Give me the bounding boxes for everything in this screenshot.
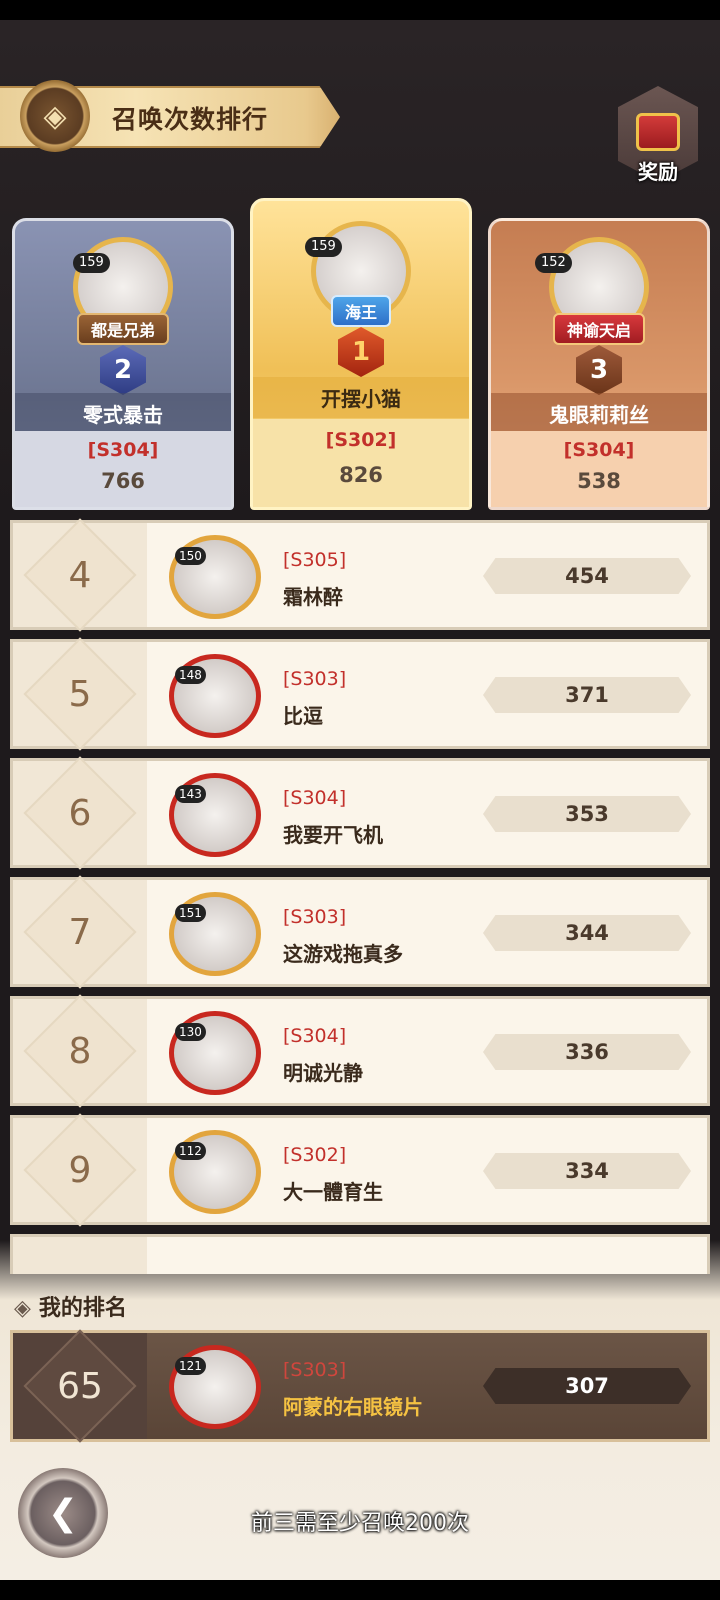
rank-cell <box>13 1237 147 1274</box>
level-badge: 150 <box>175 547 206 565</box>
server-tag: [S303] <box>283 1359 347 1381</box>
table-row[interactable] <box>10 1234 710 1274</box>
summon-count: 344 <box>483 915 691 951</box>
my-rank-label: 我的排名 <box>38 1296 127 1321</box>
player-name: 大一體育生 <box>283 1180 383 1204</box>
podium-rank-1[interactable]: 159 海王 1 开摆小猫 [S302] 826 <box>250 198 472 510</box>
rank-cell: 65 <box>13 1329 147 1443</box>
player-name: 比逗 <box>283 704 323 728</box>
server-tag: [S304] <box>87 439 159 461</box>
player-name: 零式暴击 <box>15 393 231 434</box>
level-badge: 143 <box>175 785 206 803</box>
table-row[interactable]: 9 112 [S302] 大一體育生 334 <box>10 1113 710 1227</box>
level-badge: 159 <box>305 237 342 257</box>
podium-info: [S304] 766 <box>15 431 231 507</box>
rank-1-badge: 1 <box>338 327 384 377</box>
level-badge: 130 <box>175 1023 206 1041</box>
rank-2-badge: 2 <box>100 345 146 395</box>
level-badge: 159 <box>73 253 110 273</box>
rank-number: 7 <box>68 911 92 953</box>
server-tag: [S305] <box>283 549 347 571</box>
summon-count: 353 <box>483 796 691 832</box>
player-name: 霜林醉 <box>283 585 343 609</box>
rank-number: 8 <box>68 1030 92 1072</box>
rank-number: 6 <box>68 792 92 834</box>
level-badge: 121 <box>175 1357 206 1375</box>
page-title: 召唤次数排行 <box>112 105 269 134</box>
podium-rank-3[interactable]: 152 神谕天启 3 鬼眼莉莉丝 [S304] 538 <box>488 218 710 510</box>
server-tag: [S304] <box>563 439 635 461</box>
rank-cell: 9 <box>13 1113 147 1227</box>
table-row[interactable]: 6 143 [S304] 我要开飞机 353 <box>10 756 710 870</box>
my-rank-row[interactable]: 65 121 [S303] 阿蒙的右眼镜片 307 <box>10 1329 710 1443</box>
server-tag: [S302] <box>283 1144 347 1166</box>
server-tag: [S303] <box>283 668 347 690</box>
rank-cell: 6 <box>13 756 147 870</box>
table-row[interactable]: 4 150 [S305] 霜林醉 454 <box>10 518 710 632</box>
rank-cell: 8 <box>13 994 147 1108</box>
summon-count: 336 <box>483 1034 691 1070</box>
summon-count: 766 <box>101 469 145 493</box>
player-name: 我要开飞机 <box>283 823 383 847</box>
player-title-badge: 海王 <box>330 295 392 327</box>
player-name: 阿蒙的右眼镜片 <box>283 1395 423 1419</box>
rank-number: 4 <box>68 554 92 596</box>
table-row[interactable]: 7 151 [S303] 这游戏拖真多 344 <box>10 875 710 989</box>
summon-count: 371 <box>483 677 691 713</box>
podium-info: [S302] 826 <box>253 419 469 507</box>
server-tag: [S304] <box>283 1025 347 1047</box>
table-row[interactable]: 5 148 [S303] 比逗 371 <box>10 637 710 751</box>
level-badge: 152 <box>535 253 572 273</box>
summon-count: 454 <box>483 558 691 594</box>
level-badge: 151 <box>175 904 206 922</box>
rank-cell: 7 <box>13 875 147 989</box>
reward-label[interactable]: 奖励 <box>618 156 698 185</box>
level-badge: 148 <box>175 666 206 684</box>
player-name: 开摆小猫 <box>253 377 469 418</box>
shield-emblem-icon: ◈ <box>20 80 90 152</box>
podium-info: [S304] 538 <box>491 431 707 507</box>
podium-rank-2[interactable]: 159 都是兄弟 2 零式暴击 [S304] 766 <box>12 218 234 510</box>
player-title-badge: 神谕天启 <box>552 313 646 345</box>
bottom-bar <box>0 1580 720 1600</box>
summon-count: 334 <box>483 1153 691 1189</box>
footer-note: 前三需至少召唤200次 <box>251 1511 469 1536</box>
rank-cell: 4 <box>13 518 147 632</box>
player-name: 鬼眼莉莉丝 <box>491 393 707 434</box>
summon-count: 538 <box>577 469 621 493</box>
rank-cell: 5 <box>13 637 147 751</box>
summon-count: 826 <box>339 463 383 487</box>
player-name: 这游戏拖真多 <box>283 942 403 966</box>
diamond-bullet-icon: ◈ <box>14 1296 31 1321</box>
rank-3-badge: 3 <box>576 345 622 395</box>
rank-number: 5 <box>68 673 92 715</box>
treasure-chest-icon <box>636 113 680 151</box>
rank-number: 65 <box>57 1365 103 1407</box>
server-tag: [S302] <box>325 429 397 451</box>
player-name: 明诚光静 <box>283 1061 363 1085</box>
my-rank-heading: ◈ 我的排名 <box>14 1290 127 1322</box>
server-tag: [S303] <box>283 906 347 928</box>
table-row[interactable]: 8 130 [S304] 明诚光静 336 <box>10 994 710 1108</box>
summon-count: 307 <box>483 1368 691 1404</box>
rank-number: 9 <box>68 1149 92 1191</box>
server-tag: [S304] <box>283 787 347 809</box>
level-badge: 112 <box>175 1142 206 1160</box>
player-title-badge: 都是兄弟 <box>76 313 170 345</box>
